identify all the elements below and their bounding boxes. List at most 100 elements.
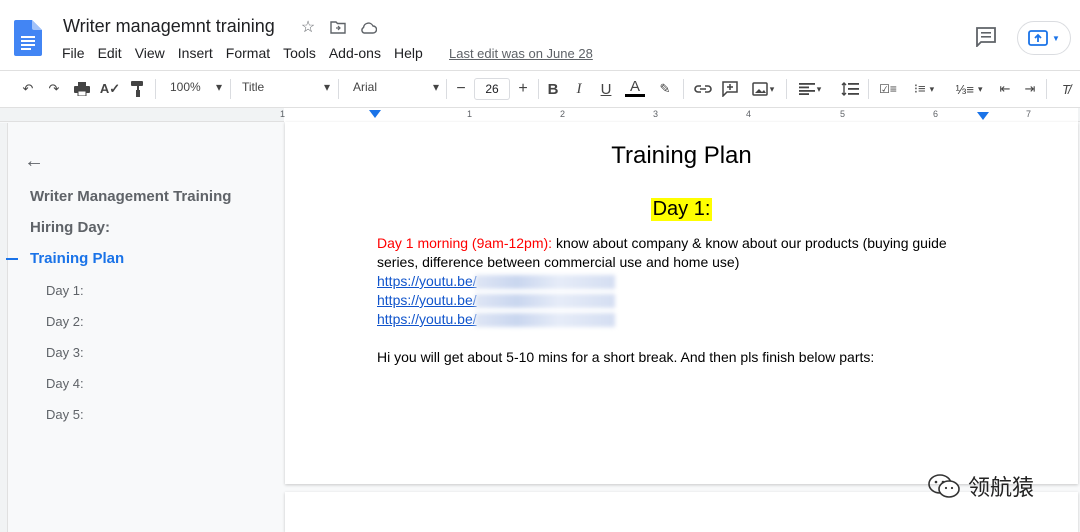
toolbar-divider — [786, 79, 787, 99]
document-outline — [0, 123, 284, 532]
menu-file[interactable]: File — [62, 45, 85, 61]
doc-paragraph-1[interactable]: Day 1 morning (9am-12pm): know about com… — [377, 234, 977, 272]
morning-time-label: Day 1 morning (9am-12pm): — [377, 235, 553, 251]
zoom-value: 100% — [170, 80, 201, 94]
menu-bar: File Edit View Insert Format Tools Add-o… — [62, 45, 436, 61]
outline-item-day-4[interactable]: Day 4: — [46, 376, 84, 391]
insert-link-icon[interactable] — [692, 79, 714, 99]
left-indent-marker-icon[interactable] — [369, 110, 381, 120]
align-button[interactable]: ▾ — [795, 79, 825, 99]
redacted-blur — [474, 275, 615, 290]
increase-indent-icon[interactable]: ⇥ — [1020, 79, 1040, 99]
doc-subheading-wrap: Day 1: — [285, 198, 1078, 221]
menu-format[interactable]: Format — [226, 45, 270, 61]
image-icon — [751, 82, 768, 96]
menu-help[interactable]: Help — [394, 45, 423, 61]
undo-icon[interactable]: ↶ — [18, 79, 38, 99]
chevron-down-icon: ▾ — [816, 83, 822, 94]
move-to-folder-icon[interactable] — [328, 17, 348, 37]
toolbar-divider — [446, 79, 447, 99]
wechat-logo-icon — [928, 474, 960, 498]
outline-item-hiring-day[interactable]: Hiring Day: — [30, 219, 110, 236]
back-arrow-icon[interactable]: ← — [24, 150, 44, 173]
menu-insert[interactable]: Insert — [178, 45, 213, 61]
bold-button[interactable]: B — [544, 79, 562, 99]
menu-view[interactable]: View — [135, 45, 165, 61]
chevron-down-icon: ▾ — [977, 83, 983, 94]
watermark-text: 领航猿 — [968, 475, 1035, 500]
font-select[interactable]: Arial ▾ — [353, 80, 439, 94]
ruler-number: 1 — [280, 109, 286, 119]
redo-icon[interactable]: ↷ — [44, 79, 64, 99]
ruler-number: 6 — [933, 109, 939, 119]
document-title[interactable]: Writer managemnt training — [63, 16, 275, 37]
align-left-icon — [798, 83, 815, 95]
clear-formatting-icon[interactable]: T̸ — [1056, 79, 1076, 99]
star-icon[interactable]: ☆ — [298, 17, 318, 37]
cloud-status-icon[interactable] — [358, 17, 378, 37]
doc-heading[interactable]: Training Plan — [285, 142, 1078, 170]
toolbar-divider — [155, 79, 156, 99]
toolbar-divider — [1046, 79, 1047, 99]
document-page[interactable]: Training Plan Day 1: Day 1 morning (9am-… — [285, 122, 1078, 484]
decrease-font-size-button[interactable]: − — [452, 79, 470, 99]
present-button[interactable]: ▼ — [1017, 21, 1071, 55]
spellcheck-icon[interactable]: A✓ — [100, 79, 120, 99]
doc-body[interactable]: Day 1 morning (9am-12pm): know about com… — [377, 234, 977, 367]
docs-logo-icon[interactable] — [14, 20, 42, 56]
outline-item-day-1[interactable]: Day 1: — [46, 283, 84, 298]
doc-paragraph-2[interactable]: Hi you will get about 5-10 mins for a sh… — [377, 348, 977, 367]
toolbar-divider — [683, 79, 684, 99]
bulleted-list-button[interactable]: ⁝≡ ▾ — [905, 79, 943, 99]
font-value: Arial — [353, 80, 378, 94]
italic-button[interactable]: I — [570, 79, 588, 99]
doc-subheading[interactable]: Day 1: — [650, 198, 713, 221]
youtube-link[interactable]: https://youtu.be/ — [377, 291, 477, 310]
numbered-list-icon: ⅓≡ — [955, 81, 974, 97]
menu-addons[interactable]: Add-ons — [329, 45, 381, 61]
zoom-select[interactable]: 100% ▾ — [170, 80, 222, 94]
font-size-input[interactable]: 26 — [474, 78, 510, 100]
right-indent-marker-icon[interactable] — [977, 112, 989, 121]
highlight-color-icon[interactable]: ✎ — [656, 79, 674, 99]
outline-item-day-2[interactable]: Day 2: — [46, 314, 84, 329]
menu-tools[interactable]: Tools — [283, 45, 316, 61]
outline-item-day-5[interactable]: Day 5: — [46, 407, 84, 422]
redacted-blur — [474, 313, 615, 328]
bulleted-list-icon: ⁝≡ — [913, 81, 926, 96]
last-edit-link[interactable]: Last edit was on June 28 — [449, 46, 593, 61]
outline-item-training-plan[interactable]: Training Plan — [30, 250, 124, 267]
print-icon[interactable] — [72, 79, 92, 99]
vertical-ruler — [0, 123, 8, 532]
youtube-link[interactable]: https://youtu.be/ — [377, 310, 477, 329]
paint-format-icon[interactable] — [128, 79, 148, 99]
increase-font-size-button[interactable]: + — [514, 79, 532, 99]
chevron-down-icon: ▾ — [432, 80, 439, 94]
youtube-link[interactable]: https://youtu.be/ — [377, 272, 477, 291]
checklist-icon[interactable]: ☑≡ — [877, 79, 899, 99]
insert-image-button[interactable]: ▾ — [747, 79, 779, 99]
toolbar-divider — [230, 79, 231, 99]
insert-comment-icon[interactable] — [720, 79, 740, 99]
style-value: Title — [242, 80, 265, 94]
redacted-blur — [474, 294, 615, 309]
line-spacing-icon[interactable] — [840, 79, 860, 99]
text-color-button[interactable]: A — [625, 78, 645, 97]
numbered-list-button[interactable]: ⅓≡ ▾ — [950, 79, 988, 99]
comment-history-icon[interactable] — [975, 27, 997, 47]
decrease-indent-icon[interactable]: ⇤ — [995, 79, 1015, 99]
toolbar-divider — [338, 79, 339, 99]
chevron-down-icon: ▾ — [769, 83, 775, 94]
underline-button[interactable]: U — [597, 79, 615, 99]
google-docs-window: Writer managemnt training ☆ File Edit Vi… — [0, 0, 1080, 532]
chevron-down-icon: ▼ — [1052, 33, 1060, 43]
watermark: 领航猿 — [928, 470, 1034, 502]
ruler-number: 7 — [1026, 109, 1032, 119]
title-icons: ☆ — [298, 17, 378, 37]
outline-item-day-3[interactable]: Day 3: — [46, 345, 84, 360]
menu-edit[interactable]: Edit — [98, 45, 122, 61]
style-select[interactable]: Title ▾ — [242, 80, 330, 94]
active-indicator — [6, 258, 18, 260]
title-bar: Writer managemnt training ☆ File Edit Vi… — [0, 0, 1080, 70]
outline-item-writer-management-training[interactable]: Writer Management Training — [30, 188, 231, 205]
